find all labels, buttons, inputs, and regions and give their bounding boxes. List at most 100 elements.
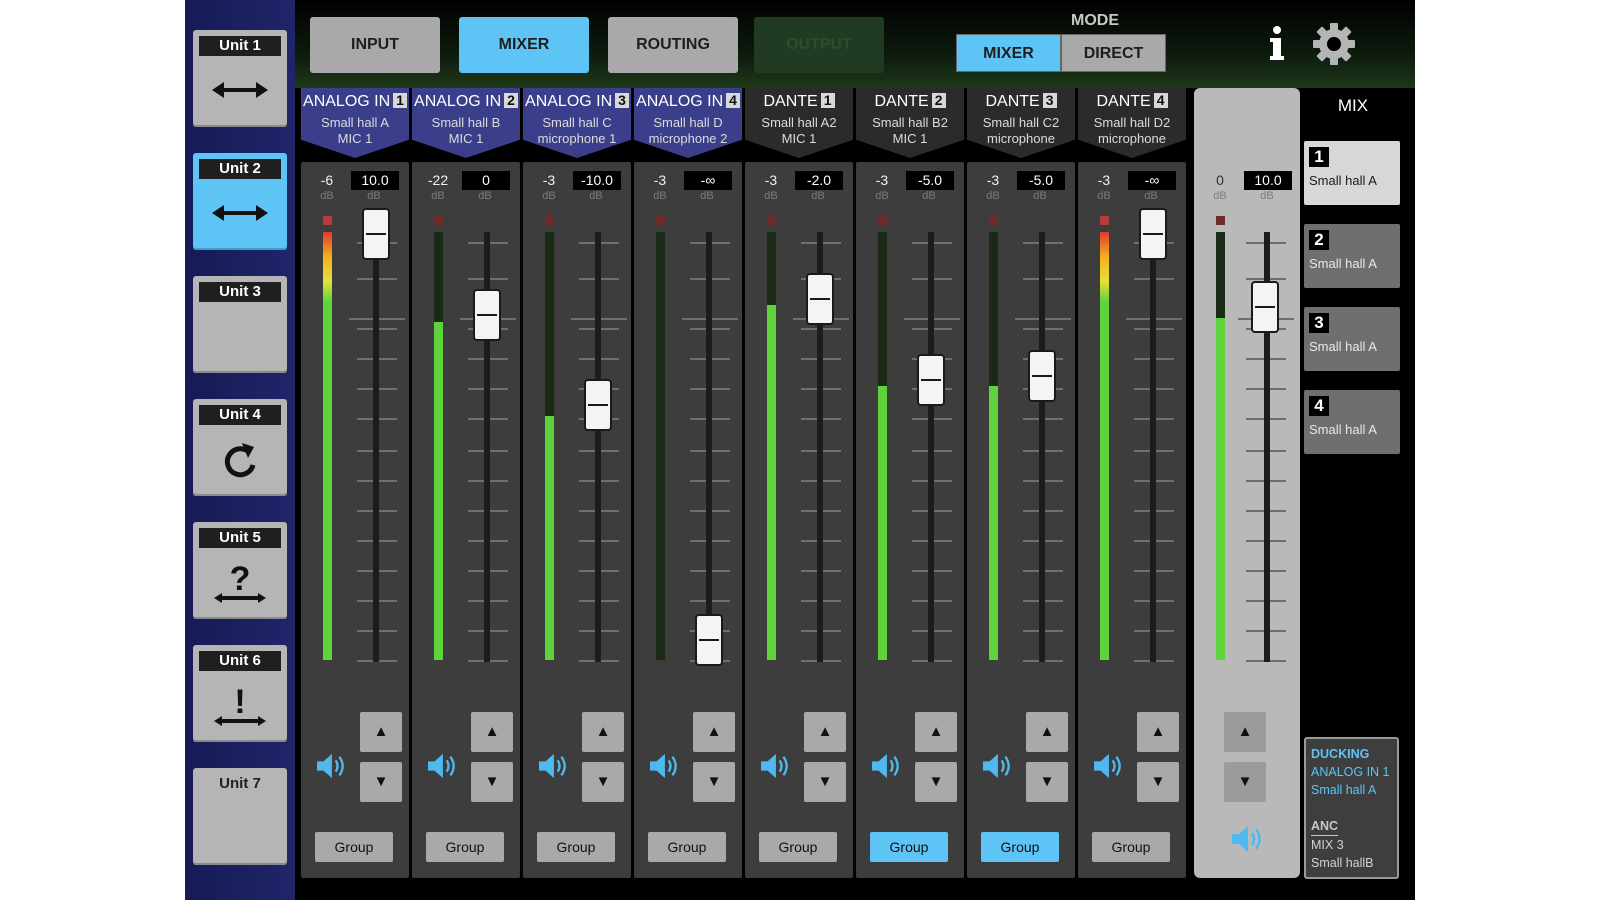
group-button[interactable]: Group (426, 832, 504, 862)
tab-mixer[interactable]: MIXER (459, 17, 589, 73)
meter-fill (545, 416, 554, 660)
gain-up-button[interactable]: ▲ (693, 712, 735, 752)
fader-track (706, 232, 712, 662)
speaker-icon[interactable] (870, 752, 902, 780)
channel-number: 4 (1153, 93, 1168, 108)
mix-item-4[interactable]: 4 Small hall A (1304, 390, 1400, 454)
channel-type: DANTE 2 (856, 93, 964, 111)
clip-indicator (767, 216, 776, 225)
channel-name-line1: Small hall D2 (1093, 115, 1171, 130)
level-meter (989, 232, 998, 660)
gain-up-button[interactable]: ▲ (360, 712, 402, 752)
svg-text:?: ? (230, 560, 251, 598)
group-button[interactable]: Group (981, 832, 1059, 862)
meter-db-label: dB (320, 190, 334, 202)
unit-2-button[interactable]: Unit 2 (193, 153, 287, 250)
fader-handle[interactable] (1139, 208, 1167, 260)
unit-4-button[interactable]: Unit 4 (193, 399, 287, 496)
gain-db-label: dB (1033, 190, 1047, 202)
channel-header[interactable]: ANALOG IN 3 Small hall Cmicrophone 1 (523, 88, 631, 158)
gain-down-button[interactable]: ▼ (360, 762, 402, 802)
speaker-icon[interactable] (1230, 824, 1264, 854)
mode-mixer-button[interactable]: MIXER (956, 34, 1061, 72)
group-button[interactable]: Group (537, 832, 615, 862)
channel-type-label: DANTE (874, 93, 929, 110)
channel-strip-analog-4: ANALOG IN 4 Small hall Dmicrophone 2 -3 -… (634, 88, 742, 888)
mix-name: Small hall A (1309, 339, 1377, 354)
group-button[interactable]: Group (315, 832, 393, 862)
channel-strip-dante-3: DANTE 3 Small hall C2 microphone -3 -5.0 d… (967, 88, 1075, 888)
gear-icon[interactable] (1312, 22, 1356, 66)
gain-up-button[interactable]: ▲ (582, 712, 624, 752)
channel-header[interactable]: DANTE 2 Small hall B2 MIC 1 (856, 88, 964, 158)
gain-up-button[interactable]: ▲ (1137, 712, 1179, 752)
speaker-icon[interactable] (315, 752, 347, 780)
group-button[interactable]: Group (1092, 832, 1170, 862)
speaker-icon[interactable] (759, 752, 791, 780)
channel-body: -3 -∞ dB dB ▲ ▼ Group (1078, 162, 1186, 878)
unit-3-button[interactable]: Unit 3 (193, 276, 287, 373)
clip-indicator (434, 216, 443, 225)
master-fader-handle[interactable] (1251, 281, 1279, 334)
unit-1-button[interactable]: Unit 1 (193, 30, 287, 127)
fader-handle[interactable] (917, 354, 945, 407)
mix-item-3[interactable]: 3 Small hall A (1304, 307, 1400, 371)
mix-item-1[interactable]: 1 Small hall A (1304, 141, 1400, 205)
unit-5-button[interactable]: Unit 5? (193, 522, 287, 619)
channel-header[interactable]: DANTE 4 Small hall D2 microphone (1078, 88, 1186, 158)
info-icon[interactable] (1267, 25, 1287, 63)
unit-7-button[interactable]: Unit 7 (193, 768, 287, 865)
tab-routing[interactable]: ROUTING (608, 17, 738, 73)
gain-up-button[interactable]: ▲ (471, 712, 513, 752)
mix-item-2[interactable]: 2 Small hall A (1304, 224, 1400, 288)
group-button[interactable]: Group (759, 832, 837, 862)
gain-down-button[interactable]: ▼ (693, 762, 735, 802)
clip-indicator (1100, 216, 1109, 225)
fader-handle[interactable] (1028, 350, 1056, 403)
meter-fill (1100, 300, 1109, 660)
group-button[interactable]: Group (648, 832, 726, 862)
channel-header[interactable]: ANALOG IN 2 Small hall B MIC 1 (412, 88, 520, 158)
gain-down-button[interactable]: ▼ (582, 762, 624, 802)
gain-up-button[interactable]: ▲ (915, 712, 957, 752)
fader-handle[interactable] (806, 272, 834, 325)
meter-fill (323, 300, 332, 660)
gain-down-button[interactable]: ▼ (915, 762, 957, 802)
level-meter (1100, 232, 1109, 660)
gain-up-button[interactable]: ▲ (1026, 712, 1068, 752)
master-gain-down-button[interactable]: ▼ (1224, 762, 1266, 802)
fader-handle[interactable] (695, 614, 723, 666)
channel-header[interactable]: DANTE 1 Small hall A2 MIC 1 (745, 88, 853, 158)
group-button[interactable]: Group (870, 832, 948, 862)
speaker-icon[interactable] (1092, 752, 1124, 780)
speaker-icon[interactable] (537, 752, 569, 780)
speaker-icon[interactable] (981, 752, 1013, 780)
gain-down-button[interactable]: ▼ (1026, 762, 1068, 802)
gain-value: -5.0 (906, 171, 954, 190)
speaker-icon[interactable] (648, 752, 680, 780)
tab-input[interactable]: INPUT (310, 17, 440, 73)
fader-handle[interactable] (584, 378, 612, 431)
fader-handle[interactable] (362, 208, 390, 260)
channel-type-label: DANTE (763, 93, 818, 110)
channel-name: Small hall C2 microphone (967, 115, 1075, 147)
gain-down-button[interactable]: ▼ (471, 762, 513, 802)
gain-down-button[interactable]: ▼ (1137, 762, 1179, 802)
meter-value: -3 (1097, 172, 1111, 188)
mix-name: Small hall A (1309, 256, 1377, 271)
gain-db-label: dB (1144, 190, 1158, 202)
unit-6-button[interactable]: Unit 6! (193, 645, 287, 742)
gain-up-button[interactable]: ▲ (804, 712, 846, 752)
fader-handle[interactable] (473, 289, 501, 342)
speaker-icon[interactable] (426, 752, 458, 780)
ducking-label: DUCKING (1311, 747, 1370, 761)
channel-header[interactable]: DANTE 3 Small hall C2 microphone (967, 88, 1075, 158)
channel-header[interactable]: ANALOG IN 4 Small hall Dmicrophone 2 (634, 88, 742, 158)
meter-db-label: dB (764, 190, 778, 202)
unit-label: Unit 7 (219, 775, 261, 792)
mode-direct-button[interactable]: DIRECT (1061, 34, 1166, 72)
channel-header[interactable]: ANALOG IN 1 Small hall A MIC 1 (301, 88, 409, 158)
gain-down-button[interactable]: ▼ (804, 762, 846, 802)
meter-fill (767, 304, 776, 660)
master-gain-up-button[interactable]: ▲ (1224, 712, 1266, 752)
